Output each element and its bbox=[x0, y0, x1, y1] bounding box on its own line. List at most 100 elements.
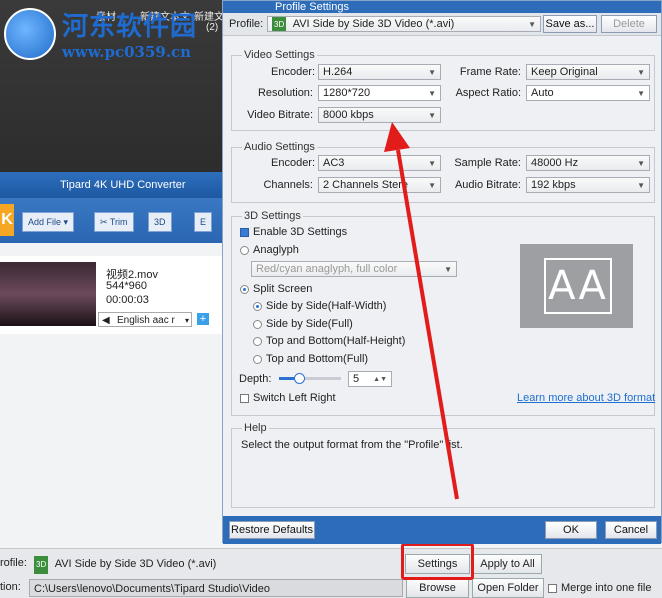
top-full-label: Top and Bottom(Full) bbox=[266, 353, 369, 365]
apply-to-all-button[interactable]: Apply to All bbox=[473, 554, 542, 574]
restore-defaults-button[interactable]: Restore Defaults bbox=[229, 521, 315, 539]
video-thumbnail[interactable] bbox=[0, 262, 96, 326]
edit-label: E bbox=[200, 217, 207, 227]
app-toolbar: K Add File ▾ ✂ Trim 3D E bbox=[0, 198, 225, 243]
enable-3d-checkbox[interactable] bbox=[240, 227, 249, 237]
destination-label: tion: bbox=[0, 581, 21, 593]
sample-rate-select[interactable]: 48000 Hz ▼ bbox=[526, 155, 650, 171]
audio-bitrate-value: 192 kbps bbox=[531, 179, 576, 191]
destination-path-input[interactable]: C:\Users\lenovo\Documents\Tipard Studio\… bbox=[29, 579, 403, 597]
audio-track-select[interactable]: ◀ English aac r ▾ bbox=[98, 312, 192, 327]
merge-checkbox-row[interactable]: Merge into one file bbox=[548, 582, 652, 594]
depth-slider-knob[interactable] bbox=[294, 373, 305, 384]
resolution-label: Resolution: bbox=[257, 87, 313, 99]
depth-slider[interactable] bbox=[279, 373, 341, 384]
profile-row: Profile: 3D AVI Side by Side 3D Video (*… bbox=[223, 13, 661, 36]
split-screen-radio[interactable] bbox=[240, 284, 249, 294]
file-list-item[interactable]: 视频2.mov 544*960 00:00:03 ◀ English aac r… bbox=[0, 256, 225, 334]
frame-rate-select[interactable]: Keep Original ▼ bbox=[526, 64, 650, 80]
channels-select[interactable]: 2 Channels Stere ▼ bbox=[318, 177, 441, 193]
depth-stepper[interactable]: 5 ▲▼ bbox=[348, 371, 392, 387]
add-audio-button[interactable]: + bbox=[197, 313, 209, 325]
chevron-down-icon: ▼ bbox=[428, 89, 436, 98]
audio-encoder-label: Encoder: bbox=[271, 157, 316, 169]
switch-left-right-checkbox[interactable] bbox=[240, 393, 249, 403]
trim-button[interactable]: ✂ Trim bbox=[94, 212, 134, 232]
profile-combo[interactable]: 3D AVI Side by Side 3D Video (*.avi) ▼ bbox=[267, 16, 541, 32]
merge-checkbox[interactable] bbox=[548, 583, 557, 593]
open-folder-button[interactable]: Open Folder bbox=[472, 578, 544, 598]
add-file-label: Add File bbox=[28, 217, 62, 227]
resolution-select[interactable]: 1280*720 ▼ bbox=[318, 85, 441, 101]
3d-button[interactable]: 3D bbox=[148, 212, 172, 232]
profile-combo-value: AVI Side by Side 3D Video (*.avi) bbox=[292, 18, 455, 30]
3d-label: 3D bbox=[154, 217, 166, 227]
video-settings-title: Video Settings bbox=[242, 49, 317, 61]
anaglyph-radio[interactable] bbox=[240, 245, 249, 255]
channels-value: 2 Channels Stere bbox=[323, 179, 408, 191]
top-full-row[interactable]: Top and Bottom(Full) bbox=[253, 353, 368, 365]
anaglyph-radio-row[interactable]: Anaglyph bbox=[240, 244, 299, 256]
video-bitrate-value: 8000 kbps bbox=[323, 109, 374, 121]
desktop-icon-label[interactable]: 新建文 bbox=[194, 8, 224, 23]
audio-settings-title: Audio Settings bbox=[242, 141, 317, 153]
app-title: Tipard 4K UHD Converter (Unregist bbox=[0, 172, 225, 217]
anaglyph-select[interactable]: Red/cyan anaglyph, full color ▼ bbox=[251, 261, 457, 277]
aspect-ratio-label: Aspect Ratio: bbox=[455, 87, 521, 99]
trim-label: Trim bbox=[109, 217, 128, 227]
split-screen-radio-row[interactable]: Split Screen bbox=[240, 283, 312, 295]
video-bitrate-select[interactable]: 8000 kbps ▼ bbox=[318, 107, 441, 123]
enable-3d-row[interactable]: Enable 3D Settings bbox=[240, 226, 347, 238]
watermark-url: www.pc0359.cn bbox=[62, 43, 192, 61]
format-icon: 3D bbox=[272, 17, 287, 31]
profile-settings-dialog: Profile Settings Profile: 3D AVI Side by… bbox=[222, 0, 662, 544]
learn-more-link[interactable]: Learn more about 3D format bbox=[517, 392, 655, 404]
watermark-logo-icon bbox=[4, 7, 56, 60]
chevron-down-icon: ▼ bbox=[528, 20, 536, 29]
anaglyph-value: Red/cyan anaglyph, full color bbox=[256, 263, 398, 275]
chevron-down-icon: ▼ bbox=[428, 181, 436, 190]
chevron-down-icon: ▼ bbox=[637, 89, 645, 98]
side-full-row[interactable]: Side by Side(Full) bbox=[253, 318, 353, 330]
3d-settings-title: 3D Settings bbox=[242, 210, 303, 222]
channels-label: Channels: bbox=[263, 179, 313, 191]
depth-label: Depth: bbox=[239, 373, 272, 385]
help-title: Help bbox=[242, 422, 269, 434]
aspect-ratio-select[interactable]: Auto ▼ bbox=[526, 85, 650, 101]
audio-bitrate-select[interactable]: 192 kbps ▼ bbox=[526, 177, 650, 193]
side-half-width-row[interactable]: Side by Side(Half-Width) bbox=[253, 300, 386, 312]
audio-encoder-value: AC3 bbox=[323, 157, 345, 169]
top-half-height-row[interactable]: Top and Bottom(Half-Height) bbox=[253, 335, 405, 347]
video-encoder-select[interactable]: H.264 ▼ bbox=[318, 64, 441, 80]
frame-rate-value: Keep Original bbox=[531, 66, 598, 78]
desktop-icon-label: (2) bbox=[206, 22, 219, 33]
top-full-radio[interactable] bbox=[253, 354, 262, 364]
profile-label: rofile: bbox=[0, 557, 27, 569]
top-half-height-label: Top and Bottom(Half-Height) bbox=[266, 335, 406, 347]
save-as-button[interactable]: Save as... bbox=[543, 15, 597, 33]
side-full-label: Side by Side(Full) bbox=[266, 318, 353, 330]
browse-button[interactable]: Browse bbox=[406, 578, 469, 598]
add-file-button[interactable]: Add File ▾ bbox=[22, 212, 75, 232]
stepper-arrows-icon[interactable]: ▲▼ bbox=[373, 372, 387, 386]
audio-encoder-select[interactable]: AC3 ▼ bbox=[318, 155, 441, 171]
app-logo-icon: K bbox=[0, 204, 14, 236]
ok-button[interactable]: OK bbox=[545, 521, 597, 539]
aspect-ratio-value: Auto bbox=[531, 87, 554, 99]
chevron-down-icon: ▼ bbox=[428, 111, 436, 120]
delete-button[interactable]: Delete bbox=[601, 15, 657, 33]
profile-select[interactable]: 3D AVI Side by Side 3D Video (*.avi) bbox=[30, 555, 402, 574]
chevron-down-icon: ▼ bbox=[428, 159, 436, 168]
edit-button[interactable]: E bbox=[194, 212, 213, 232]
chevron-down-icon: ▼ bbox=[637, 181, 645, 190]
speaker-icon: ◀ bbox=[102, 315, 110, 326]
video-encoder-value: H.264 bbox=[323, 66, 353, 78]
side-half-width-radio[interactable] bbox=[253, 301, 262, 311]
top-half-height-radio[interactable] bbox=[253, 336, 262, 346]
side-full-radio[interactable] bbox=[253, 319, 262, 329]
profile-label: Profile: bbox=[229, 18, 264, 30]
chevron-down-icon: ▾ bbox=[184, 316, 189, 325]
switch-left-right-row[interactable]: Switch Left Right bbox=[240, 392, 336, 404]
resolution-value: 1280*720 bbox=[323, 87, 371, 99]
cancel-button[interactable]: Cancel bbox=[605, 521, 657, 539]
